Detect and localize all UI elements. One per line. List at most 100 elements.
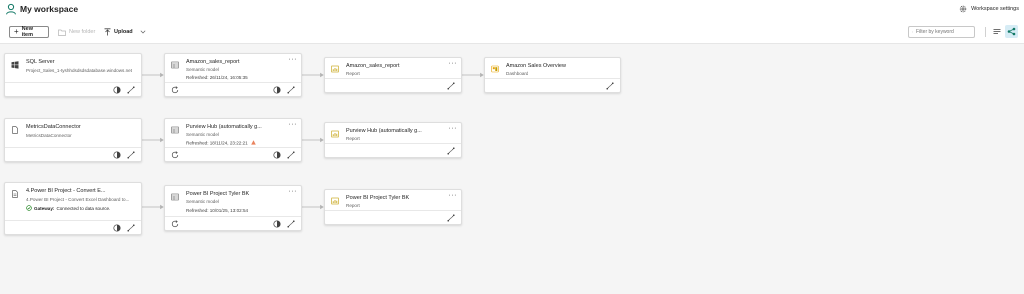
plus-icon: +: [14, 27, 19, 36]
refresh-icon[interactable]: [171, 86, 179, 94]
new-folder-button[interactable]: New folder: [58, 26, 95, 38]
lineage-icon: [1007, 27, 1016, 36]
gear-icon: [959, 5, 967, 13]
search-icon: [912, 31, 913, 33]
connector-icon: [12, 126, 18, 134]
windows-icon: [11, 61, 19, 69]
chevron-down-icon: [140, 30, 146, 34]
report-icon: [331, 65, 339, 73]
more-options-button[interactable]: ···: [449, 192, 458, 199]
semantic-model-card-purview-hub[interactable]: Purview Hub (automatically g... ··· Sema…: [164, 118, 302, 162]
upload-label: Upload: [114, 29, 133, 35]
refresh-time: Refreshed: 10/01/25, 13:02:54: [186, 208, 249, 213]
card-type: Report: [346, 71, 360, 76]
new-item-label: New item: [21, 26, 33, 38]
card-footer: [485, 78, 620, 92]
show-lineage-icon[interactable]: [447, 147, 455, 155]
new-item-button[interactable]: + New item: [9, 26, 49, 38]
card-footer: [5, 147, 141, 161]
dashboard-icon: [491, 65, 499, 73]
refresh-time: Refreshed: 26/11/24, 16:05:35: [186, 75, 248, 80]
datasource-card-power-bi-project[interactable]: 4.Power BI Project - Convert E... 4.Powe…: [4, 182, 142, 235]
card-title: Purview Hub (automatically g...: [346, 128, 422, 134]
card-type: Dashboard: [506, 71, 529, 76]
card-footer: [5, 220, 141, 234]
show-lineage-icon[interactable]: [127, 224, 135, 232]
card-title: Amazon Sales Overview: [506, 63, 566, 69]
refresh-icon[interactable]: [171, 151, 179, 159]
card-footer: [325, 143, 461, 157]
semantic-model-card-power-bi-project-tyler-bk[interactable]: Power BI Project Tyler BK ··· Semantic m…: [164, 185, 302, 231]
folder-icon: [58, 29, 66, 36]
card-subtitle: 4.Power BI Project - Convert Excel Dashb…: [26, 197, 130, 202]
workspace-title: My workspace: [20, 4, 79, 14]
upload-icon: [104, 28, 111, 36]
card-footer: [165, 147, 301, 161]
show-lineage-icon[interactable]: [287, 151, 295, 159]
toolbar-divider: [985, 27, 986, 37]
card-footer: [165, 216, 301, 230]
card-footer: [325, 210, 461, 224]
gateway-icon: [26, 205, 32, 211]
refresh-icon[interactable]: [171, 220, 179, 228]
show-lineage-icon[interactable]: [287, 220, 295, 228]
new-folder-label: New folder: [69, 29, 96, 35]
card-type: Semantic model: [186, 132, 219, 137]
more-options-button[interactable]: ···: [449, 125, 458, 132]
report-card-power-bi-project-tyler-bk[interactable]: Power BI Project Tyler BK ··· Report: [324, 189, 462, 225]
show-lineage-icon[interactable]: [447, 214, 455, 222]
upload-button[interactable]: Upload: [104, 26, 146, 38]
card-title: SQL Server: [26, 59, 55, 65]
impact-analysis-icon[interactable]: [113, 86, 121, 94]
report-card-purview-hub[interactable]: Purview Hub (automatically g... ··· Repo…: [324, 122, 462, 158]
report-card-amazon-sales-report[interactable]: Amazon_sales_report ··· Report: [324, 57, 462, 93]
refresh-time: Refreshed: 18/11/24, 23:22:21: [186, 140, 256, 146]
lineage-view-button[interactable]: [1005, 25, 1018, 38]
list-view-icon[interactable]: [993, 28, 1001, 36]
more-options-button[interactable]: ···: [289, 188, 298, 195]
semantic-model-icon: [171, 193, 179, 201]
card-title: Amazon_sales_report: [186, 59, 240, 65]
semantic-model-icon: [171, 126, 179, 134]
card-title: Power BI Project Tyler BK: [346, 195, 410, 201]
report-icon: [331, 130, 339, 138]
show-lineage-icon[interactable]: [447, 82, 455, 90]
more-options-button[interactable]: ···: [289, 121, 298, 128]
card-title: Power BI Project Tyler BK: [186, 191, 250, 197]
report-icon: [331, 197, 339, 205]
filter-input[interactable]: [916, 29, 971, 35]
impact-analysis-icon[interactable]: [113, 151, 121, 159]
datasource-card-metricsdataconnector[interactable]: MetricsDataConnector MetricsDataConnecto…: [4, 118, 142, 162]
toolbar: + New item New folder Upload: [0, 20, 1024, 44]
lineage-canvas: SQL Server Project_Sales_1-tyshhdsdsdsda…: [0, 45, 1024, 294]
datasource-card-sql-server[interactable]: SQL Server Project_Sales_1-tyshhdsdsdsda…: [4, 53, 142, 97]
workspace-settings-button[interactable]: Workspace settings: [959, 5, 1019, 13]
gateway-status: Gateway: Connected to data source.: [26, 205, 110, 211]
card-subtitle: Project_Sales_1-tyshhdsdsdsdatabase.wind…: [26, 68, 132, 73]
impact-analysis-icon[interactable]: [273, 86, 281, 94]
warning-icon: [251, 140, 256, 145]
show-lineage-icon[interactable]: [127, 151, 135, 159]
card-footer: [325, 78, 461, 92]
file-icon: [12, 190, 18, 198]
show-lineage-icon[interactable]: [287, 86, 295, 94]
workspace-user-icon: [6, 3, 16, 15]
more-options-button[interactable]: ···: [449, 60, 458, 67]
dashboard-card-amazon-sales-overview[interactable]: Amazon Sales Overview Dashboard: [484, 57, 621, 93]
card-footer: [165, 82, 301, 96]
card-title: Amazon_sales_report: [346, 63, 400, 69]
card-subtitle: MetricsDataConnector: [26, 133, 72, 138]
show-lineage-icon[interactable]: [606, 82, 614, 90]
show-lineage-icon[interactable]: [127, 86, 135, 94]
card-title: 4.Power BI Project - Convert E...: [26, 188, 106, 194]
more-options-button[interactable]: ···: [289, 56, 298, 63]
impact-analysis-icon[interactable]: [273, 220, 281, 228]
filter-box[interactable]: [908, 26, 975, 38]
semantic-model-card-amazon-sales-report[interactable]: Amazon_sales_report ··· Semantic model R…: [164, 53, 302, 97]
card-title: MetricsDataConnector: [26, 124, 81, 130]
impact-analysis-icon[interactable]: [273, 151, 281, 159]
card-title: Purview Hub (automatically g...: [186, 124, 262, 130]
workspace-header: My workspace Workspace settings: [0, 0, 1024, 20]
impact-analysis-icon[interactable]: [113, 224, 121, 232]
workspace-settings-label: Workspace settings: [971, 6, 1019, 12]
